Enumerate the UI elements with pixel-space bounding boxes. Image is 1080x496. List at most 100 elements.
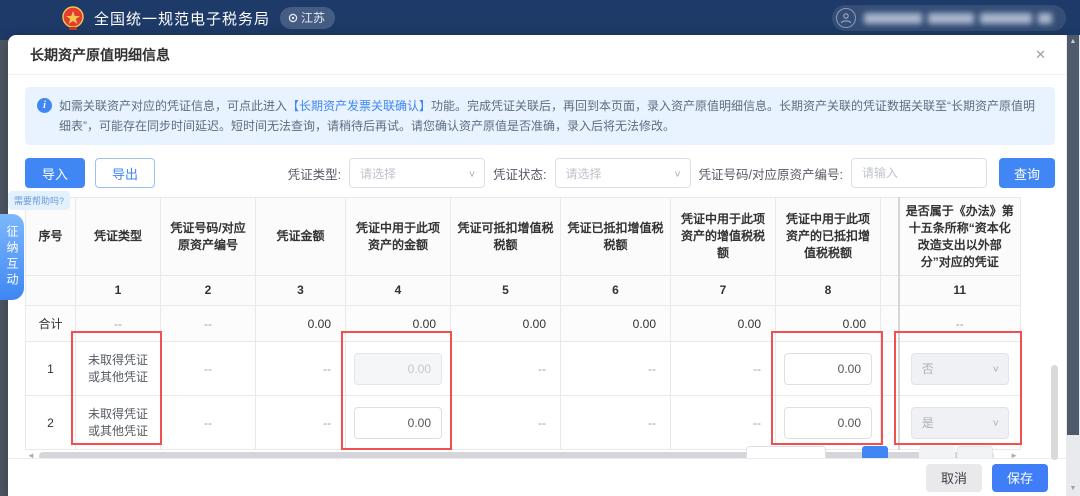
chevron-down-icon: ∨ [673, 168, 681, 178]
row-seq: 2 [26, 396, 76, 450]
table-header-row: 序号 凭证类型 凭证号码/对应原资产编号 凭证金额 凭证中用于此项资产的金额 凭… [26, 198, 1021, 276]
chevron-down-icon: ∨ [992, 417, 1000, 427]
row-asset-vat: -- [671, 342, 776, 396]
col-num: 2 [161, 276, 256, 306]
col-header-deductible-vat: 凭证可抵扣增值税税额 [451, 198, 561, 276]
col-header-used-amount: 凭证中用于此项资产的金额 [346, 198, 451, 276]
capitalized-select[interactable]: 否 ∨ [911, 353, 1009, 385]
col-num: 7 [671, 276, 776, 306]
table-row: 2 未取得凭证或其他凭证 -- -- -- -- -- [26, 396, 1021, 450]
help-tooltip: 需要帮助吗? [8, 191, 70, 210]
national-emblem-icon [60, 5, 86, 31]
total-voucher-no: -- [161, 306, 256, 342]
voucher-type-label: 凭证类型: [288, 164, 341, 183]
col-num: 1 [76, 276, 161, 306]
redacted-username [864, 13, 1052, 24]
row-used-amount-cell [346, 342, 451, 396]
total-voucher-type: -- [76, 306, 161, 342]
page-vertical-scrollbar[interactable]: ▲ ▼ [1066, 35, 1080, 496]
total-deducted-vat: 0.00 [561, 306, 671, 342]
col-num: 4 [346, 276, 451, 306]
notice-text-pre: 如需关联资产对应的凭证信息，可点此进入 [59, 99, 287, 113]
row-voucher-no: -- [161, 342, 256, 396]
col-num: 8 [776, 276, 881, 306]
invoice-association-link[interactable]: 【长期资产发票关联确认】 [287, 99, 431, 113]
info-icon: i [37, 98, 52, 113]
column-number-row: 1 2 3 4 5 6 7 8 11 [26, 276, 1021, 306]
row-deducted-vat: -- [561, 396, 671, 450]
interaction-tab[interactable]: 征纳互动 [0, 214, 24, 300]
voucher-table: 序号 凭证类型 凭证号码/对应原资产编号 凭证金额 凭证中用于此项资产的金额 凭… [25, 197, 1021, 450]
row-asset-vat: -- [671, 396, 776, 450]
used-amount-input[interactable] [354, 407, 442, 439]
capitalized-select[interactable]: 是 ∨ [911, 407, 1009, 439]
scroll-down-icon[interactable]: ▼ [1066, 485, 1080, 492]
save-button[interactable]: 保存 [992, 464, 1048, 492]
location-label: 江苏 [301, 9, 325, 26]
row-deductible-vat: -- [451, 342, 561, 396]
asset-deducted-vat-input[interactable] [784, 407, 872, 439]
row-asset-deducted-vat-cell [776, 342, 881, 396]
row-voucher-type: 未取得凭证或其他凭证 [76, 342, 161, 396]
user-account-pill[interactable] [832, 5, 1066, 31]
col-num: 11 [899, 276, 1021, 306]
export-button[interactable]: 导出 [95, 158, 155, 188]
page-scrollbar-thumb[interactable] [1067, 35, 1079, 435]
scroll-up-icon[interactable]: ▲ [1066, 38, 1080, 45]
row-deductible-vat: -- [451, 396, 561, 450]
row-seq: 1 [26, 342, 76, 396]
col-header-clipped [881, 198, 899, 276]
voucher-status-select[interactable]: 请选择 ∨ [555, 158, 691, 188]
col-header-capitalized: 是否属于《办法》第十五条所称“资本化改造支出以外部分”对应的凭证 [899, 198, 1021, 276]
voucher-status-placeholder: 请选择 [566, 165, 602, 182]
total-amount: 0.00 [256, 306, 346, 342]
total-deductible-vat: 0.00 [451, 306, 561, 342]
asset-detail-modal: 长期资产原值明细信息 ✕ i 如需关联资产对应的凭证信息，可点此进入【长期资产发… [8, 35, 1072, 496]
total-used-amount: 0.00 [346, 306, 451, 342]
row-capitalized-cell: 是 ∨ [899, 396, 1021, 450]
close-icon[interactable]: ✕ [1035, 47, 1046, 63]
col-header-voucher-no: 凭证号码/对应原资产编号 [161, 198, 256, 276]
asset-deducted-vat-input[interactable] [784, 353, 872, 385]
modal-title: 长期资产原值明细信息 [8, 35, 1072, 75]
total-asset-vat: 0.00 [671, 306, 776, 342]
voucher-type-placeholder: 请选择 [360, 165, 396, 182]
row-clipped-cell [881, 396, 899, 450]
col-header-voucher-type: 凭证类型 [76, 198, 161, 276]
total-clipped-cell [881, 306, 899, 342]
import-button[interactable]: 导入 [25, 158, 85, 188]
col-header-asset-vat: 凭证中用于此项资产的增值税税额 [671, 198, 776, 276]
voucher-status-label: 凭证状态: [493, 164, 546, 183]
chevron-down-icon: ∨ [992, 363, 1000, 373]
location-pill[interactable]: 江苏 [280, 7, 335, 29]
row-asset-deducted-vat-cell [776, 396, 881, 450]
location-pin-icon [288, 13, 298, 23]
row-deducted-vat: -- [561, 342, 671, 396]
query-button[interactable]: 查询 [999, 158, 1055, 188]
table-total-row: 合计 -- -- 0.00 0.00 0.00 0.00 0.00 0.00 -… [26, 306, 1021, 342]
capitalized-value: 是 [922, 414, 934, 431]
chevron-down-icon: ∨ [468, 168, 476, 178]
capitalized-value: 否 [922, 360, 934, 377]
notice-banner: i 如需关联资产对应的凭证信息，可点此进入【长期资产发票关联确认】功能。完成凭证… [25, 87, 1055, 145]
app-title: 全国统一规范电子税务局 [94, 8, 270, 29]
row-amount: -- [256, 396, 346, 450]
modal-footer: 取消 保存 [8, 458, 1072, 496]
voucher-no-input[interactable] [851, 158, 987, 188]
col-num: 3 [256, 276, 346, 306]
modal-vertical-scrollbar-thumb[interactable] [1051, 365, 1058, 460]
voucher-type-select[interactable]: 请选择 ∨ [349, 158, 485, 188]
voucher-table-container: 序号 凭证类型 凭证号码/对应原资产编号 凭证金额 凭证中用于此项资产的金额 凭… [25, 197, 1020, 450]
voucher-no-label: 凭证号码/对应原资产编号: [699, 164, 843, 183]
col-num [26, 276, 76, 306]
cancel-button[interactable]: 取消 [926, 464, 982, 492]
total-capitalized: -- [899, 306, 1021, 342]
col-num: 6 [561, 276, 671, 306]
col-num [881, 276, 899, 306]
used-amount-input[interactable] [354, 353, 442, 385]
col-header-amount: 凭证金额 [256, 198, 346, 276]
toolbar: 导入 导出 凭证类型: 请选择 ∨ 凭证状态: 请选择 ∨ 凭证号码/对应原资产… [25, 157, 1055, 189]
user-avatar-icon [836, 8, 856, 28]
row-amount: -- [256, 342, 346, 396]
row-clipped-cell [881, 342, 899, 396]
